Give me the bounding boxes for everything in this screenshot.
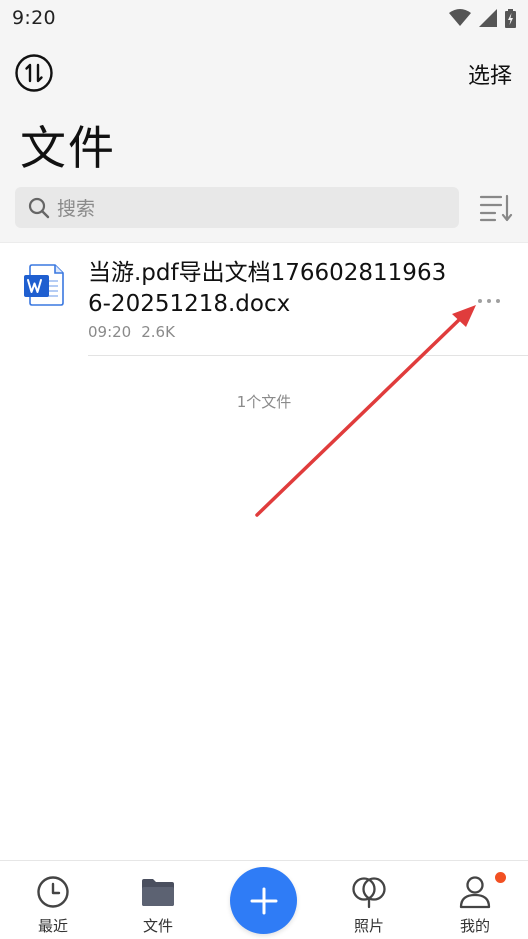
sort-toggle-icon bbox=[15, 54, 53, 92]
tab-photos[interactable]: 照片 bbox=[329, 861, 409, 939]
file-name: 当游.pdf导出文档1766028119636-20251218.docx bbox=[88, 260, 447, 317]
more-dot-icon bbox=[478, 299, 482, 303]
file-meta: 09:20 2.6K bbox=[88, 323, 175, 341]
sort-list-button[interactable] bbox=[479, 193, 513, 223]
status-icons bbox=[449, 8, 516, 28]
add-button[interactable] bbox=[230, 867, 297, 934]
clock-icon bbox=[37, 876, 69, 908]
tab-recent-label: 最近 bbox=[37, 917, 68, 935]
search-icon bbox=[28, 197, 50, 218]
tab-files[interactable]: 文件 bbox=[118, 861, 198, 939]
tab-recent[interactable]: 最近 bbox=[13, 861, 93, 939]
sort-order-button[interactable] bbox=[14, 53, 54, 93]
notification-badge bbox=[495, 872, 506, 883]
sort-list-icon bbox=[479, 194, 513, 222]
battery-icon bbox=[505, 8, 516, 28]
word-doc-icon bbox=[24, 264, 64, 306]
plus-icon bbox=[250, 887, 277, 914]
signal-icon bbox=[479, 9, 497, 27]
file-size: 2.6K bbox=[141, 323, 175, 341]
file-time: 09:20 bbox=[88, 323, 132, 341]
select-button[interactable]: 选择 bbox=[468, 58, 512, 90]
wifi-icon bbox=[449, 9, 471, 26]
page-title: 文件 bbox=[20, 121, 116, 175]
file-list-item[interactable]: 当游.pdf导出文档1766028119636-20251218.docx 09… bbox=[0, 243, 528, 356]
tab-files-label: 文件 bbox=[142, 917, 173, 935]
row-divider bbox=[88, 355, 528, 356]
more-dot-icon bbox=[496, 299, 500, 303]
search-input[interactable]: 搜索 bbox=[15, 187, 459, 228]
tab-photos-label: 照片 bbox=[353, 917, 384, 935]
folder-icon bbox=[142, 879, 174, 906]
more-options-button[interactable] bbox=[474, 291, 504, 311]
status-bar: 9:20 bbox=[0, 0, 528, 36]
user-icon bbox=[459, 876, 491, 909]
status-time: 9:20 bbox=[12, 7, 56, 29]
photos-icon bbox=[352, 877, 386, 909]
file-count: 1个文件 bbox=[236, 393, 292, 411]
more-dot-icon bbox=[487, 299, 491, 303]
tab-me-label: 我的 bbox=[459, 917, 490, 935]
search-placeholder: 搜索 bbox=[57, 198, 96, 220]
